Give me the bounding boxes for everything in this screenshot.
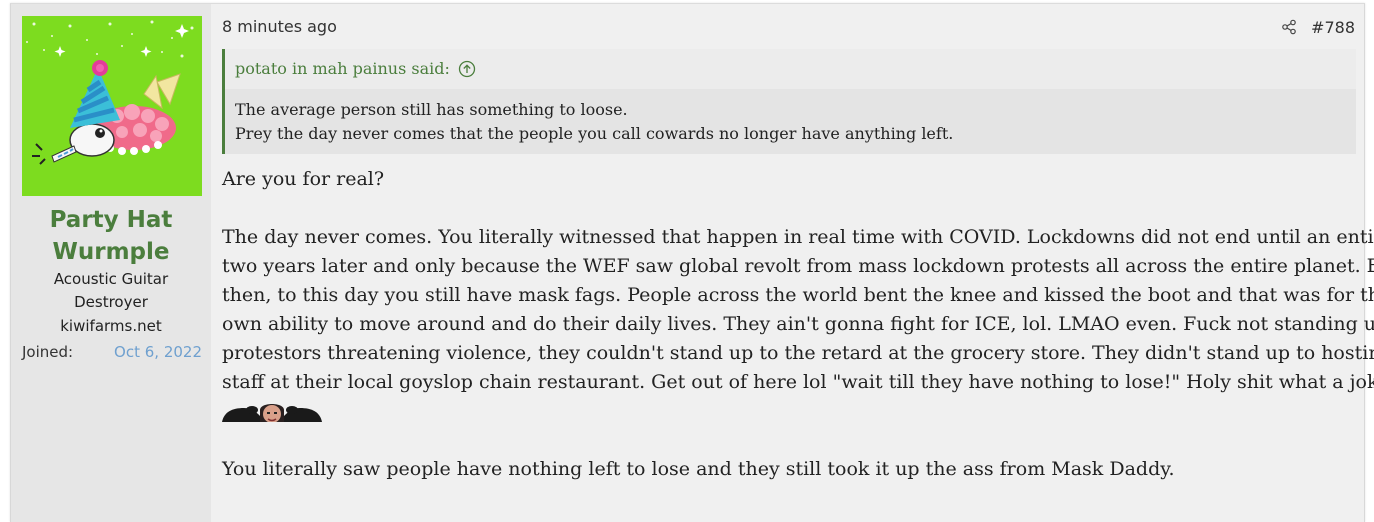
body-paragraph-line-4: own ability to move around and do their … — [222, 313, 1374, 335]
body-paragraph-line-1: The day never comes. You literally witne… — [222, 226, 1374, 248]
post-timestamp[interactable]: 8 minutes ago — [222, 16, 337, 38]
quote-header: potato in mah painus said: — [225, 49, 1356, 89]
reaction-emoji-image — [222, 404, 322, 422]
joined-date: Oct 6, 2022 — [114, 343, 202, 361]
body-paragraph-line-3: then, to this day you still have mask fa… — [222, 284, 1374, 306]
user-title-line-1: Acoustic Guitar — [53, 270, 169, 288]
share-icon — [1282, 19, 1296, 35]
party-hat-wurmple-avatar — [22, 16, 202, 196]
username[interactable]: Party Hat Wurmple — [11, 204, 211, 268]
quote-line-1: The average person still has something t… — [235, 100, 628, 119]
quote-content: The average person still has something t… — [225, 89, 1356, 154]
user-avatar[interactable] — [22, 16, 202, 196]
body-paragraph-line-6: staff at their local goyslop chain resta… — [222, 371, 1374, 393]
user-title-line-2: Destroyer — [74, 293, 148, 311]
username-line-2[interactable]: Wurmple — [11, 236, 211, 268]
arrow-up-circle-icon[interactable] — [458, 60, 476, 78]
joined-label: Joined: — [22, 343, 74, 361]
quote-author[interactable]: potato in mah painus said: — [235, 58, 450, 80]
body-last-line: You literally saw people have nothing le… — [222, 458, 1175, 480]
forum-post: Party Hat Wurmple Acoustic Guitar Destro… — [10, 3, 1374, 522]
quote-author-link[interactable]: potato in mah painus said: — [235, 58, 476, 80]
body-paragraph-line-2: two years later and only because the WEF… — [222, 255, 1374, 277]
body-paragraph-line-5: protestors threatening violence, they co… — [222, 342, 1374, 364]
quote-line-2: Prey the day never comes that the people… — [235, 124, 954, 143]
quote-block: potato in mah painus said: The average p… — [222, 49, 1356, 154]
username-line-1[interactable]: Party Hat — [11, 204, 211, 236]
user-sidebar: Party Hat Wurmple Acoustic Guitar Destro… — [11, 4, 211, 522]
user-title: Acoustic Guitar Destroyer — [11, 268, 211, 314]
user-site: kiwifarms.net — [60, 317, 162, 335]
post-actions: #788 — [1281, 16, 1355, 38]
body-line-1: Are you for real? — [222, 168, 385, 190]
post-number-link[interactable]: #788 — [1311, 18, 1355, 37]
share-button[interactable] — [1281, 19, 1297, 35]
